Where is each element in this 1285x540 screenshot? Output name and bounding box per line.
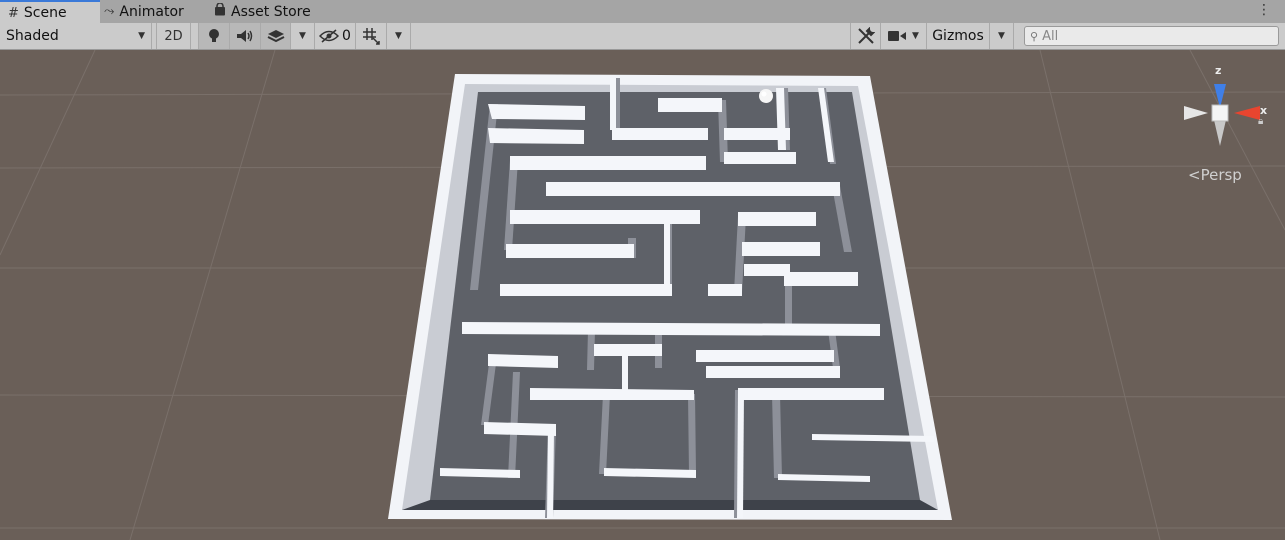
search-field[interactable]: ⚲ All bbox=[1024, 26, 1279, 46]
grid-snap-icon bbox=[363, 28, 380, 45]
tools-icon bbox=[857, 27, 875, 44]
animator-icon: ⤳ bbox=[104, 4, 115, 19]
lightbulb-icon bbox=[209, 29, 219, 42]
tab-asset-store-label: Asset Store bbox=[231, 3, 311, 20]
scene-toolbar: Shaded ▼ 2D ▼ 0 ▼ ▼ Gizmos ▼ ⚲ All bbox=[0, 23, 1285, 50]
gizmos-label: Gizmos bbox=[932, 28, 984, 44]
chevron-down-icon: ▼ bbox=[138, 31, 145, 41]
tab-scene[interactable]: # Scene bbox=[0, 0, 100, 24]
layers-icon bbox=[267, 29, 284, 42]
tab-animator[interactable]: ⤳ Animator bbox=[104, 0, 204, 23]
ball-highlight bbox=[761, 91, 767, 97]
projection-toggle[interactable]: <Persp bbox=[1188, 166, 1242, 184]
scene-visibility-toggle[interactable]: 0 bbox=[315, 23, 356, 49]
grid-icon: # bbox=[8, 5, 19, 21]
lock-icon[interactable]: 🔒︎ bbox=[1258, 116, 1263, 127]
gizmos-button[interactable]: Gizmos bbox=[927, 23, 990, 49]
draw-mode-dropdown[interactable]: Shaded ▼ bbox=[0, 23, 152, 49]
toggle-2d-button[interactable]: 2D bbox=[157, 23, 191, 49]
tools-button[interactable] bbox=[850, 23, 881, 49]
hidden-eye-icon bbox=[319, 29, 340, 43]
chevron-down-icon: ▼ bbox=[395, 31, 402, 41]
effects-toggle-button[interactable] bbox=[261, 23, 291, 49]
gizmo-center-cube[interactable] bbox=[1211, 104, 1229, 122]
search-placeholder: All bbox=[1042, 28, 1059, 44]
projection-label: Persp bbox=[1200, 166, 1242, 184]
audio-toggle-button[interactable] bbox=[230, 23, 261, 49]
x-axis-cone[interactable] bbox=[1234, 106, 1260, 120]
camera-icon bbox=[888, 31, 907, 41]
neg-x-axis-cone[interactable] bbox=[1184, 106, 1208, 120]
gizmos-dropdown[interactable]: ▼ bbox=[990, 23, 1014, 49]
toggle-2d-label: 2D bbox=[164, 28, 183, 44]
camera-settings-dropdown[interactable]: ▼ bbox=[881, 23, 927, 49]
draw-mode-label: Shaded bbox=[6, 28, 59, 44]
bag-icon bbox=[214, 2, 226, 20]
chevron-down-icon: ▼ bbox=[912, 31, 919, 41]
chevron-down-icon: ▼ bbox=[299, 31, 306, 41]
hidden-object-count: 0 bbox=[342, 28, 351, 44]
tab-asset-store[interactable]: Asset Store bbox=[214, 0, 334, 23]
toolbar-separator bbox=[191, 23, 199, 49]
z-axis-label: z bbox=[1215, 64, 1222, 77]
chevron-down-icon: ▼ bbox=[998, 31, 1005, 41]
maze-scene bbox=[0, 50, 1285, 540]
projection-icon: < bbox=[1188, 166, 1201, 184]
effects-dropdown[interactable]: ▼ bbox=[291, 23, 315, 49]
grid-dropdown[interactable]: ▼ bbox=[387, 23, 411, 49]
scene-viewport[interactable]: z x 🔒︎ <Persp bbox=[0, 50, 1285, 540]
tab-animator-label: Animator bbox=[119, 3, 184, 20]
search-icon: ⚲ bbox=[1030, 29, 1039, 43]
ball bbox=[759, 89, 773, 103]
orientation-gizmo[interactable] bbox=[1180, 66, 1270, 156]
window-tab-bar: # Scene ⤳ Animator Asset Store ⋮ bbox=[0, 0, 1285, 24]
lighting-toggle-button[interactable] bbox=[199, 23, 230, 49]
maze-floor-shadow bbox=[402, 500, 938, 510]
speaker-icon bbox=[237, 30, 253, 42]
tab-scene-label: Scene bbox=[23, 5, 67, 21]
more-options-icon[interactable]: ⋮ bbox=[1257, 2, 1271, 18]
grid-snap-button[interactable] bbox=[356, 23, 387, 49]
neg-y-axis-cone[interactable] bbox=[1214, 120, 1226, 146]
z-axis-cone[interactable] bbox=[1214, 84, 1226, 108]
